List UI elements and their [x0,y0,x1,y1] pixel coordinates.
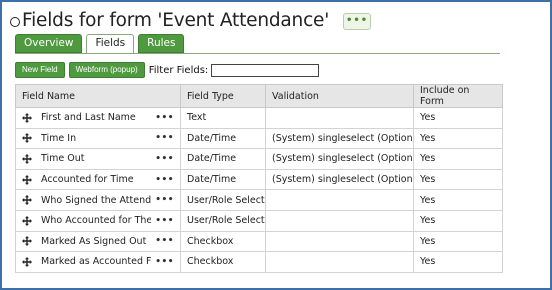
field-name[interactable]: Marked as Accounted For [41,256,151,267]
field-name-cell: Marked As Signed Out ••• [15,230,181,253]
table-row[interactable]: Marked As Signed Out ••• Checkbox Yes [15,230,503,253]
field-name[interactable]: Time Out [41,153,151,164]
title-bullet-icon [10,17,20,27]
title-row: Fields for form 'Event Attendance' ••• [10,8,372,32]
include-on-form-cell: Yes [413,168,503,191]
validation-cell: (System) singleselect (Optional) [265,148,414,170]
tab-overview[interactable]: Overview [15,34,83,53]
include-on-form-cell: Yes [413,230,503,253]
include-on-form-cell: Yes [413,127,503,150]
field-name[interactable]: Marked As Signed Out [41,236,151,247]
drag-handle-icon[interactable] [22,153,32,164]
validation-cell [265,107,414,129]
column-header-validation[interactable]: Validation [265,84,414,108]
column-header-include-on-form[interactable]: Include on Form [413,84,503,108]
tab-fields[interactable]: Fields [86,34,135,54]
field-name-cell: Time In ••• [15,127,181,150]
validation-cell [265,230,414,253]
include-on-form-cell: Yes [413,107,503,129]
field-name[interactable]: First and Last Name [41,112,151,123]
validation-cell [265,209,414,232]
validation-cell [265,251,414,273]
include-on-form-cell: Yes [413,209,503,232]
field-name-cell: Time Out ••• [15,148,181,170]
drag-handle-icon[interactable] [22,215,32,226]
row-menu-dots-icon[interactable]: ••• [155,195,174,205]
field-type-cell: Checkbox [180,230,266,253]
row-menu-dots-icon[interactable]: ••• [155,133,174,143]
table-row[interactable]: Marked as Accounted For ••• Checkbox Yes [15,251,503,273]
filter-fields-input[interactable] [211,63,320,77]
drag-handle-icon[interactable] [22,174,32,185]
table-row[interactable]: Time In ••• Date/Time (System) singleselect… [15,127,503,150]
field-name[interactable]: Who Accounted for Them [41,215,151,226]
field-name[interactable]: Time In [41,133,151,144]
row-menu-dots-icon[interactable]: ••• [155,175,174,185]
row-menu-dots-icon[interactable]: ••• [155,216,174,226]
table-header-row: Field Name Field Type Validation Include… [15,84,503,108]
title-more-button[interactable]: ••• [343,12,372,30]
field-type-cell: User/Role Select [180,189,266,211]
drag-handle-icon[interactable] [22,112,32,123]
drag-handle-icon[interactable] [22,195,32,206]
include-on-form-cell: Yes [413,251,503,273]
webform-popup-button[interactable]: Webform (popup) [68,62,145,78]
row-menu-dots-icon[interactable]: ••• [155,236,174,246]
more-dots-icon: ••• [346,15,369,26]
field-type-cell: Date/Time [180,168,266,191]
include-on-form-cell: Yes [413,148,503,170]
field-type-cell: Text [180,107,266,129]
drag-handle-icon[interactable] [22,236,32,247]
column-header-field-name[interactable]: Field Name [15,84,181,108]
drag-handle-icon[interactable] [22,256,32,267]
validation-cell: (System) singleselect (Optional) [265,168,414,191]
toolbar: New Field Webform (popup) Filter Fields: [15,62,320,78]
validation-cell [265,189,414,211]
field-type-cell: User/Role Select [180,209,266,232]
tab-rules[interactable]: Rules [138,34,185,53]
field-name-cell: Who Signed the Attendee Out ••• [15,189,181,211]
row-menu-dots-icon[interactable]: ••• [155,154,174,164]
row-menu-dots-icon[interactable]: ••• [155,113,174,123]
tab-divider [15,53,500,54]
field-type-cell: Checkbox [180,251,266,273]
field-name-cell: First and Last Name ••• [15,107,181,129]
field-name-cell: Accounted for Time ••• [15,168,181,191]
table-row[interactable]: Who Accounted for Them ••• User/Role Selec… [15,209,503,232]
field-type-cell: Date/Time [180,148,266,170]
table-row[interactable]: Time Out ••• Date/Time (System) singleselec… [15,148,503,170]
filter-fields-label: Filter Fields: [148,64,209,76]
drag-handle-icon[interactable] [22,133,32,144]
new-field-button[interactable]: New Field [15,62,65,78]
table-row[interactable]: Who Signed the Attendee Out ••• User/Role … [15,189,503,211]
table-row[interactable]: First and Last Name ••• Text Yes [15,107,503,129]
column-header-field-type[interactable]: Field Type [180,84,266,108]
row-menu-dots-icon[interactable]: ••• [155,257,174,267]
field-name[interactable]: Who Signed the Attendee Out [41,195,151,206]
include-on-form-cell: Yes [413,189,503,211]
field-name[interactable]: Accounted for Time [41,174,151,185]
table-row[interactable]: Accounted for Time ••• Date/Time (System) s… [15,168,503,191]
page-title: Fields for form 'Event Attendance' [22,9,330,31]
validation-cell: (System) singleselect (Optional) [265,127,414,150]
field-name-cell: Who Accounted for Them ••• [15,209,181,232]
fields-table: Field Name Field Type Validation Include… [15,84,503,273]
tab-bar: Overview Fields Rules [15,34,188,54]
field-name-cell: Marked as Accounted For ••• [15,251,181,273]
field-type-cell: Date/Time [180,127,266,150]
